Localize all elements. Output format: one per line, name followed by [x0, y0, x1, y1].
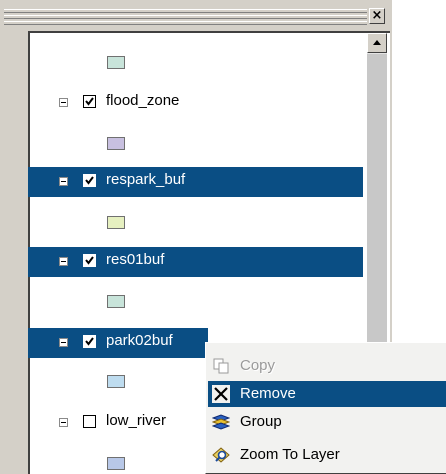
- layer-visibility-checkbox[interactable]: [83, 335, 96, 348]
- layer-row-park02buf[interactable]: park02buf: [28, 328, 208, 358]
- layer-name: respark_buf: [106, 171, 186, 188]
- titlebar-grip-line: [4, 15, 367, 19]
- menu-item-label: Zoom To Layer: [240, 446, 340, 463]
- group-layers-icon: [212, 414, 230, 430]
- collapse-toggle-icon[interactable]: [59, 257, 68, 266]
- collapse-toggle-icon[interactable]: [59, 338, 68, 347]
- layer-name: low_river: [106, 412, 167, 429]
- copy-icon: [213, 358, 229, 374]
- layer-context-menu: Copy Remove Group Zoom To Layer: [205, 342, 446, 474]
- checkmark-icon: [85, 176, 94, 185]
- layer-visibility-checkbox[interactable]: [83, 95, 96, 108]
- menu-item-group[interactable]: Group: [208, 409, 446, 435]
- menu-item-copy[interactable]: Copy: [208, 353, 446, 379]
- layer-name: res01buf: [106, 251, 165, 268]
- layer-row-flood-zone[interactable]: flood_zone: [28, 88, 363, 118]
- menu-item-remove[interactable]: Remove: [208, 381, 446, 407]
- menu-item-label: Group: [240, 413, 282, 430]
- legend-swatch: [107, 295, 125, 308]
- menu-item-label: Copy: [240, 357, 276, 374]
- close-button[interactable]: ×: [369, 8, 385, 24]
- window-titlebar[interactable]: ×: [4, 6, 389, 28]
- arrow-up-icon: [373, 40, 381, 45]
- legend-swatch: [107, 137, 125, 150]
- layer-name: flood_zone: [106, 92, 180, 109]
- remove-x-icon: [212, 385, 230, 403]
- layer-visibility-checkbox[interactable]: [83, 254, 96, 267]
- legend-swatch: [107, 216, 125, 229]
- layer-row-respark-buf[interactable]: respark_buf: [28, 167, 363, 197]
- titlebar-grip-line: [4, 9, 367, 13]
- checkmark-icon: [85, 256, 94, 265]
- legend-swatch: [107, 457, 125, 470]
- menu-item-label: Remove: [240, 385, 296, 402]
- layer-name: park02buf: [106, 332, 173, 349]
- legend-swatch: [107, 56, 125, 69]
- layer-row-res01buf[interactable]: res01buf: [28, 247, 363, 277]
- legend-swatch: [107, 375, 125, 388]
- menu-item-zoom-to-layer[interactable]: Zoom To Layer: [208, 442, 446, 468]
- layer-visibility-checkbox[interactable]: [83, 415, 96, 428]
- layer-row-low-river[interactable]: low_river: [28, 408, 203, 438]
- checkmark-icon: [85, 97, 94, 106]
- checkmark-icon: [85, 337, 94, 346]
- collapse-toggle-icon[interactable]: [59, 418, 68, 427]
- layer-visibility-checkbox[interactable]: [83, 174, 96, 187]
- zoom-to-layer-icon: [212, 447, 230, 463]
- collapse-toggle-icon[interactable]: [59, 98, 68, 107]
- titlebar-grip-line: [4, 21, 367, 25]
- scroll-up-button[interactable]: [367, 33, 387, 53]
- collapse-toggle-icon[interactable]: [59, 177, 68, 186]
